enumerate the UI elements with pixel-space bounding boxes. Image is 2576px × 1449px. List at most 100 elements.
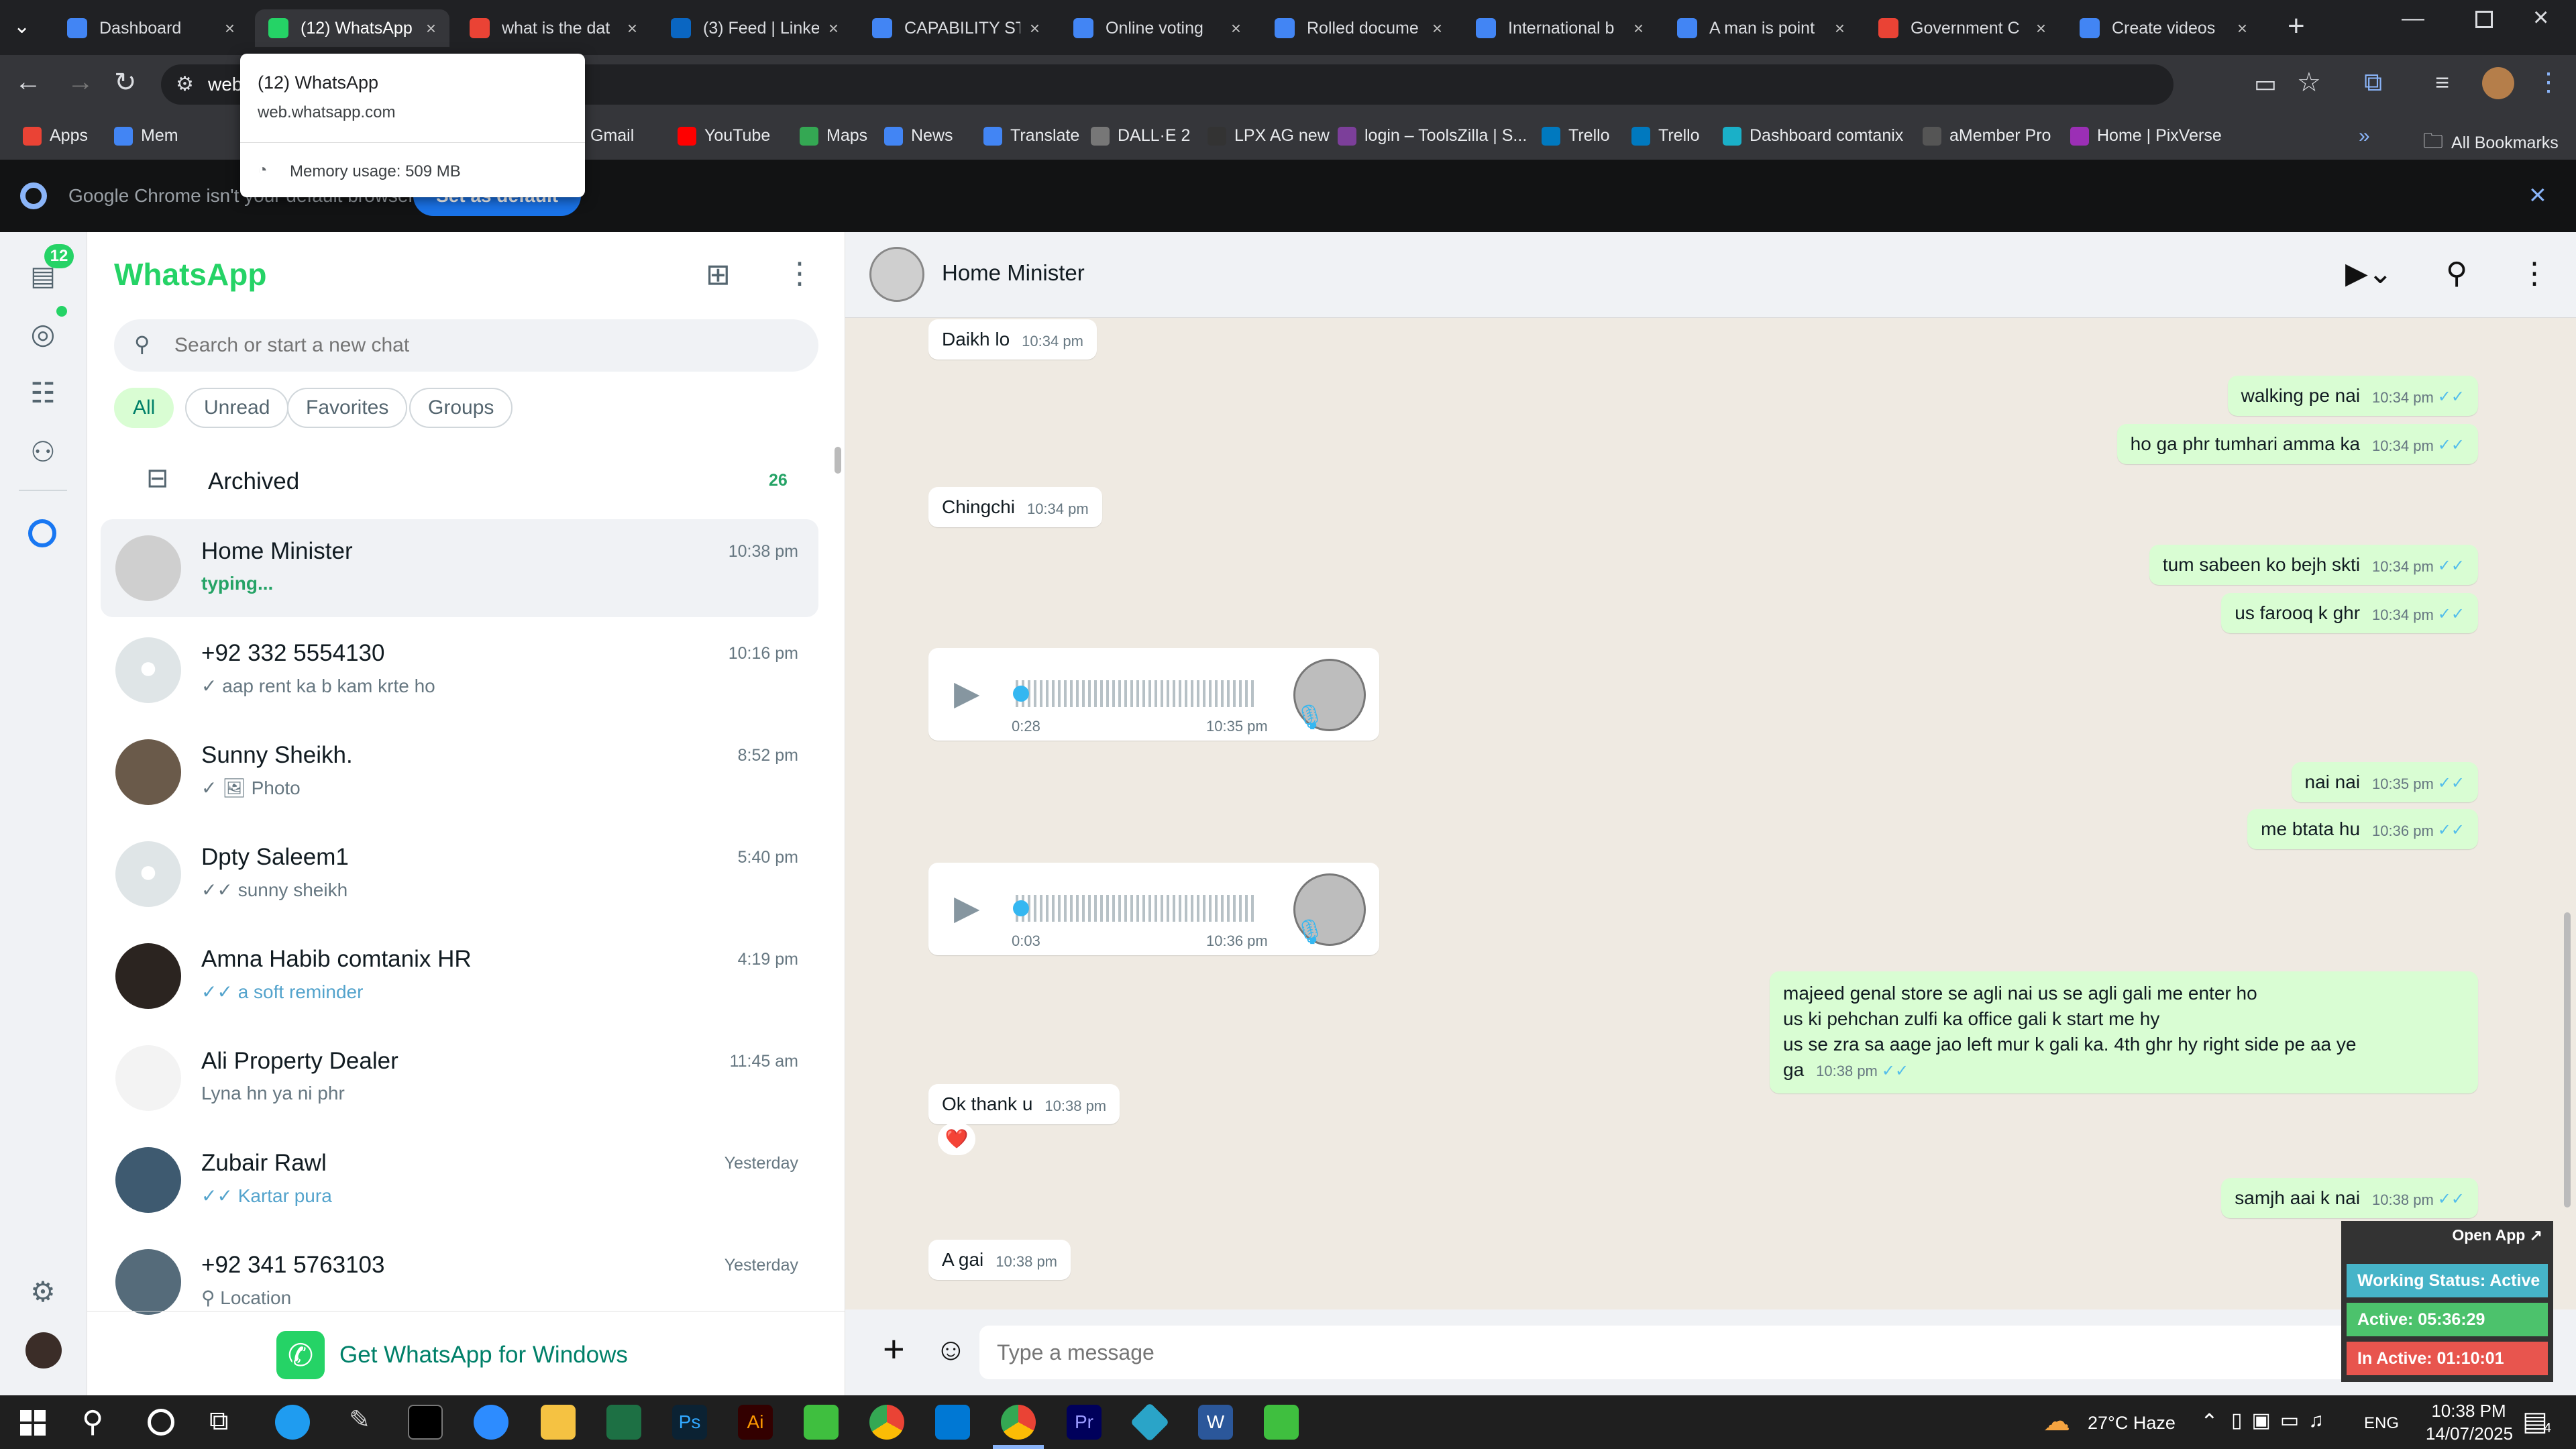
chrome-icon[interactable]	[869, 1405, 904, 1440]
filter-all[interactable]: All	[114, 388, 174, 428]
browser-tab[interactable]: Rolled docume ×	[1261, 9, 1456, 47]
install-app-icon[interactable]: ▭	[2254, 70, 2277, 98]
browser-tab[interactable]: Government C ×	[1865, 9, 2059, 47]
message-outgoing[interactable]: nai nai 10:35 pm ✓✓	[2291, 762, 2478, 802]
message-incoming[interactable]: Daikh lo 10:34 pm	[928, 319, 1097, 360]
message-input[interactable]	[979, 1326, 2375, 1379]
tray-icons[interactable]: ▯▣▭♫	[2231, 1409, 2333, 1432]
message-incoming[interactable]: Ok thank u 10:38 pm	[928, 1084, 1120, 1124]
bookmark-item[interactable]: LPX AG new	[1208, 126, 1330, 146]
bookmark-item[interactable]: Mem	[114, 126, 178, 146]
bookmark-item[interactable]: Maps	[800, 126, 867, 146]
chrome-active-icon[interactable]	[1001, 1405, 1036, 1440]
bookmark-item[interactable]: Home | PixVerse	[2070, 126, 2222, 146]
menu-icon[interactable]: ⋮	[785, 256, 814, 290]
channels-icon[interactable]: ☷	[25, 376, 60, 411]
cortana-icon[interactable]	[148, 1409, 174, 1436]
bookmark-item[interactable]: News	[884, 126, 953, 146]
filter-unread[interactable]: Unread	[185, 388, 289, 428]
restore-button[interactable]	[2475, 11, 2493, 28]
clock-time[interactable]: 10:38 PM	[2422, 1401, 2516, 1421]
browser-tab[interactable]: (3) Feed | Linke ×	[657, 9, 852, 47]
waveform[interactable]	[1016, 680, 1257, 707]
tab-close-icon[interactable]: ×	[828, 18, 839, 39]
browser-tab[interactable]: International b ×	[1462, 9, 1657, 47]
chat-list-item[interactable]: Amna Habib comtanix HR 4:19 pm ✓✓ a soft r…	[101, 927, 818, 1025]
open-app-button[interactable]: Open App ↗	[2452, 1226, 2542, 1244]
tab-search-icon[interactable]: ⌄	[13, 15, 30, 38]
message-outgoing[interactable]: ho ga phr tumhari amma ka 10:34 pm ✓✓	[2116, 424, 2478, 464]
bookmark-star-icon[interactable]: ☆	[2297, 67, 2321, 98]
list-scrollbar[interactable]	[835, 447, 841, 474]
message-outgoing[interactable]: tum sabeen ko bejh skti 10:34 pm ✓✓	[2149, 545, 2478, 585]
browser-tab[interactable]: A man is point ×	[1664, 9, 1858, 47]
tray-chevron-icon[interactable]: ⌃	[2200, 1409, 2218, 1434]
video-call-icon[interactable]: ▶︎⌄	[2345, 256, 2393, 290]
minimize-button[interactable]: —	[2402, 5, 2424, 32]
new-tab-button[interactable]: +	[2288, 9, 2305, 43]
tab-close-icon[interactable]: ×	[1030, 18, 1040, 39]
bookmark-item[interactable]: aMember Pro	[1923, 126, 2051, 146]
app-cyan-icon[interactable]	[1130, 1402, 1170, 1442]
tab-close-icon[interactable]: ×	[627, 18, 637, 39]
bookmark-item[interactable]: Trello	[1542, 126, 1610, 146]
task-view-icon[interactable]: ⧉	[209, 1406, 229, 1436]
browser-tab[interactable]: Create videos ×	[2066, 9, 2261, 47]
close-infobar-icon[interactable]: ×	[2529, 178, 2546, 212]
voice-message[interactable]: ▶ 0:28 10:35 pm 🎙	[928, 648, 1379, 741]
message-outgoing[interactable]: samjh aai k nai 10:38 pm ✓✓	[2221, 1178, 2478, 1218]
playhead-dot[interactable]	[1013, 686, 1029, 702]
chat-list-item[interactable]: Sunny Sheikh. 8:52 pm ✓ 🖼 Photo	[101, 723, 818, 821]
waveform[interactable]	[1016, 895, 1257, 922]
word-icon[interactable]: W	[1198, 1405, 1233, 1440]
bookmark-item[interactable]: Apps	[23, 126, 88, 146]
chat-list-item[interactable]: Zubair Rawl Yesterday ✓✓ Kartar pura	[101, 1131, 818, 1229]
site-info-icon[interactable]: ⚙	[176, 64, 194, 105]
new-chat-icon[interactable]: ⊞	[706, 258, 731, 292]
bookmark-item[interactable]: Trello	[1631, 126, 1700, 146]
bookmark-item[interactable]: YouTube	[678, 126, 770, 146]
play-icon[interactable]: ▶	[954, 674, 979, 712]
conversation-header[interactable]: Home Minister ▶︎⌄ ⚲ ⋮	[845, 232, 2576, 318]
chat-list-item[interactable]: +92 341 5763103 Yesterday ⚲ Location	[101, 1233, 818, 1331]
search-taskbar-icon[interactable]: ⚲	[82, 1405, 103, 1439]
premiere-icon[interactable]: Pr	[1067, 1405, 1102, 1440]
browser-tab[interactable]: what is the dat ×	[456, 9, 651, 47]
chat-menu-icon[interactable]: ⋮	[2520, 256, 2549, 290]
clock-date[interactable]: 14/07/2025	[2419, 1424, 2520, 1444]
message-incoming[interactable]: Chingchi 10:34 pm	[928, 487, 1102, 527]
extensions-icon[interactable]: ⧉	[2364, 68, 2382, 97]
chat-list-item[interactable]: ● +92 332 5554130 10:16 pm ✓ aap rent ka b …	[101, 621, 818, 719]
browser-tab[interactable]: Online voting ×	[1060, 9, 1254, 47]
search-input[interactable]	[174, 329, 792, 362]
tab-close-icon[interactable]: ×	[225, 18, 235, 39]
meta-ai-icon[interactable]	[28, 519, 56, 547]
reaction-heart[interactable]: ❤️	[938, 1123, 975, 1155]
chat-list-item[interactable]: ● Dpty Saleem1 5:40 pm ✓✓ sunny sheikh	[101, 825, 818, 923]
browser-tab[interactable]: (12) WhatsApp ×	[255, 9, 449, 47]
language-indicator[interactable]: ENG	[2364, 1414, 2399, 1433]
tab-close-icon[interactable]: ×	[1432, 18, 1442, 39]
chat-list-item[interactable]: Ali Property Dealer 11:45 am Lyna hn ya ni…	[101, 1029, 818, 1127]
contact-avatar[interactable]	[869, 247, 924, 302]
weather-text[interactable]: 27°C Haze	[2088, 1413, 2176, 1434]
bookmark-item[interactable]: Translate	[983, 126, 1079, 146]
tab-close-icon[interactable]: ×	[1633, 18, 1644, 39]
chat-list-item[interactable]: Home Minister 10:38 pm typing...	[101, 519, 818, 617]
bookmark-item[interactable]: login – ToolsZilla | S...	[1338, 126, 1527, 146]
forward-icon[interactable]: →	[67, 67, 94, 97]
bookmarks-overflow-icon[interactable]: »	[2359, 125, 2370, 148]
play-icon[interactable]: ▶	[954, 888, 979, 927]
zoom-icon[interactable]	[474, 1405, 508, 1440]
reload-icon[interactable]: ↻	[114, 67, 137, 98]
close-window-button[interactable]: ×	[2533, 3, 2548, 33]
start-icon[interactable]	[20, 1410, 46, 1436]
browser-tab[interactable]: Dashboard ×	[54, 9, 248, 47]
chat-scrollbar[interactable]	[2564, 912, 2571, 1208]
message-outgoing[interactable]: us farooq k ghr 10:34 pm ✓✓	[2221, 593, 2478, 633]
sticker-icon[interactable]: ☺	[935, 1331, 967, 1367]
message-outgoing[interactable]: me btata hu 10:36 pm ✓✓	[2247, 809, 2478, 849]
tab-close-icon[interactable]: ×	[2036, 18, 2046, 39]
tab-close-icon[interactable]: ×	[426, 18, 436, 39]
weather-icon[interactable]: ☁	[2043, 1406, 2070, 1437]
